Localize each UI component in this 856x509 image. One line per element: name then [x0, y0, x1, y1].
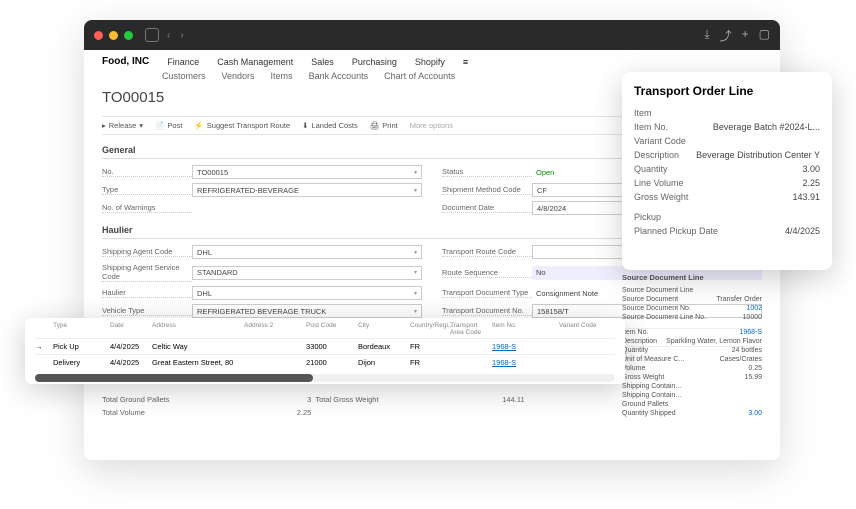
col-city: City [358, 322, 408, 336]
variant-label: Variant Code [634, 136, 686, 146]
nav-purchasing[interactable]: Purchasing [352, 57, 397, 67]
linevol-label: Line Volume [634, 178, 684, 188]
col-area: Transport Area Code [450, 322, 490, 336]
gross-value: 143.91 [792, 192, 820, 202]
landed-costs-button[interactable]: ⬇ Landed Costs [302, 121, 358, 130]
itemno-label: Item No. [634, 122, 668, 132]
haulier-label: Haulier [102, 288, 192, 298]
pallets-label: Total Ground Pallets [102, 395, 170, 404]
pickup-label: Pickup [634, 212, 661, 222]
no-input[interactable]: TO00015 [192, 165, 422, 179]
tdn-label: Transport Document No. [442, 306, 532, 316]
table-row[interactable]: → Pick Up 4/4/2025 Celtic Way 33000 Bord… [35, 338, 615, 354]
tdt-label: Transport Document Type [442, 288, 532, 298]
more-options[interactable]: More options [410, 121, 453, 130]
tabs-icon[interactable]: ▢ [759, 27, 770, 44]
add-tab-icon[interactable]: + [742, 27, 749, 44]
transport-order-line-card: Transport Order Line Item Item No. Bevera… [622, 72, 832, 270]
col-addr2: Address 2 [244, 322, 304, 336]
desc-value: Beverage Distribution Center Y [696, 150, 820, 160]
no-label: No. [102, 167, 192, 177]
col-type: Type [53, 322, 108, 336]
qty-value: 3.00 [802, 164, 820, 174]
col-addr: Address [152, 322, 242, 336]
gross-label: Total Gross Weight [315, 395, 378, 404]
sasc-input[interactable]: STANDARD [192, 266, 422, 280]
item-link[interactable]: 1968-S [492, 342, 557, 351]
rs-label: Route Sequence [442, 268, 532, 278]
type-label: Type [102, 185, 192, 195]
pallets-value: 3 [307, 395, 311, 404]
sourcedoc-heading: Source Document Line [622, 273, 762, 282]
trc-label: Transport Route Code [442, 247, 532, 257]
volume-value: 2.25 [297, 408, 312, 417]
back-button[interactable]: ‹ [167, 30, 170, 41]
sac-input[interactable]: DHL [192, 245, 422, 259]
haulier-heading: Haulier [102, 225, 133, 235]
subnav-vendors[interactable]: Vendors [222, 71, 255, 81]
type-input[interactable]: REFRIGERATED-BEVERAGE [192, 183, 422, 197]
haulier-input[interactable]: DHL [192, 286, 422, 300]
nav-arrows: ‹ › [167, 30, 184, 41]
maximize-window[interactable] [124, 31, 133, 40]
share-icon[interactable]: ⤓ [704, 27, 709, 44]
shipmethod-label: Shipment Method Code [442, 185, 532, 195]
forward-button[interactable]: › [180, 30, 183, 41]
veh-input[interactable]: REFRIGERATED BEVERAGE TRUCK [192, 304, 422, 318]
release-button[interactable]: ▸ Release ▾ [102, 121, 143, 130]
subnav-bank[interactable]: Bank Accounts [309, 71, 369, 81]
sidebar-toggle-icon[interactable] [145, 28, 159, 42]
card-title: Transport Order Line [634, 84, 820, 98]
gross-label: Gross Weight [634, 192, 688, 202]
volume-label: Total Volume [102, 408, 145, 417]
general-heading: General [102, 145, 136, 155]
lines-overlay: Type Date Address Address 2 Post Code Ci… [25, 318, 625, 384]
warnings-label: No. of Warnings [102, 203, 192, 213]
titlebar: ‹ › ⤓ ⤴ + ▢ [84, 20, 780, 50]
col-item: Item No. [492, 322, 557, 336]
sasc-label: Shipping Agent Service Code [102, 263, 192, 282]
item-link[interactable]: 1968-S [492, 358, 557, 367]
nav-finance[interactable]: Finance [167, 57, 199, 67]
planned-label: Planned Pickup Date [634, 226, 718, 236]
post-button[interactable]: 📄 Post [155, 121, 182, 130]
col-post: Post Code [306, 322, 356, 336]
suggest-route-button[interactable]: ⚡ Suggest Transport Route [194, 121, 290, 130]
sac-label: Shipping Agent Code [102, 247, 192, 257]
nav-cash[interactable]: Cash Management [217, 57, 293, 67]
linevol-value: 2.25 [802, 178, 820, 188]
company-name: Food, INC [102, 56, 149, 67]
subnav-items[interactable]: Items [271, 71, 293, 81]
veh-label: Vehicle Type [102, 306, 192, 316]
table-row[interactable]: Delivery 4/4/2025 Great Eastern Street, … [35, 354, 615, 370]
subnav-customers[interactable]: Customers [162, 71, 206, 81]
print-button[interactable]: 🖨 Print [370, 121, 398, 130]
gross-value: 144.11 [502, 395, 524, 404]
status-label: Status [442, 167, 532, 177]
qty-label: Quantity [634, 164, 668, 174]
menu-icon[interactable]: ≡ [463, 57, 468, 67]
subnav-coa[interactable]: Chart of Accounts [384, 71, 455, 81]
itemno-value: Beverage Batch #2024-L... [713, 122, 820, 132]
col-variant: Variant Code [559, 322, 609, 336]
horizontal-scrollbar[interactable] [35, 374, 615, 382]
upload-icon[interactable]: ⤴ [720, 27, 732, 44]
docdate-label: Document Date [442, 203, 532, 213]
minimize-window[interactable] [109, 31, 118, 40]
col-country: Country/Regi... [410, 322, 448, 336]
close-window[interactable] [94, 31, 103, 40]
source-doc-panel: Source Document Line Source Document Lin… [622, 273, 762, 418]
item-label: Item [634, 108, 652, 118]
col-date: Date [110, 322, 150, 336]
warnings-value [192, 201, 422, 215]
nav-sales[interactable]: Sales [311, 57, 334, 67]
window-controls [94, 31, 133, 40]
planned-value: 4/4/2025 [785, 226, 820, 236]
nav-shopify[interactable]: Shopify [415, 57, 445, 67]
desc-label: Description [634, 150, 679, 160]
